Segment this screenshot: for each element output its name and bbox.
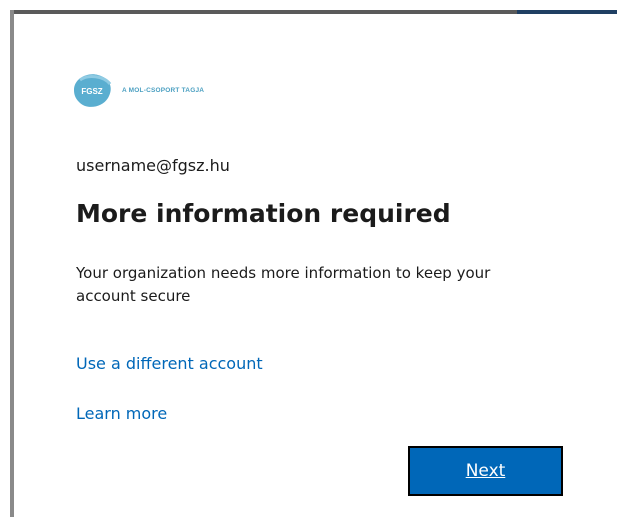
- next-button[interactable]: Next: [408, 446, 563, 496]
- sign-in-page: FGSZ A MOL-CSOPORT TAGJA username@fgsz.h…: [0, 0, 617, 517]
- fgsz-logo-icon: FGSZ: [74, 74, 112, 107]
- use-different-account-link[interactable]: Use a different account: [76, 354, 263, 373]
- company-logo: FGSZ A MOL-CSOPORT TAGJA: [70, 70, 204, 110]
- logo-brand-text: FGSZ: [81, 87, 102, 96]
- page-title: More information required: [76, 199, 451, 228]
- page-description: Your organization needs more information…: [76, 264, 491, 305]
- logo-tagline: A MOL-CSOPORT TAGJA: [122, 86, 205, 94]
- account-username: username@fgsz.hu: [76, 156, 230, 175]
- learn-more-link[interactable]: Learn more: [76, 404, 167, 423]
